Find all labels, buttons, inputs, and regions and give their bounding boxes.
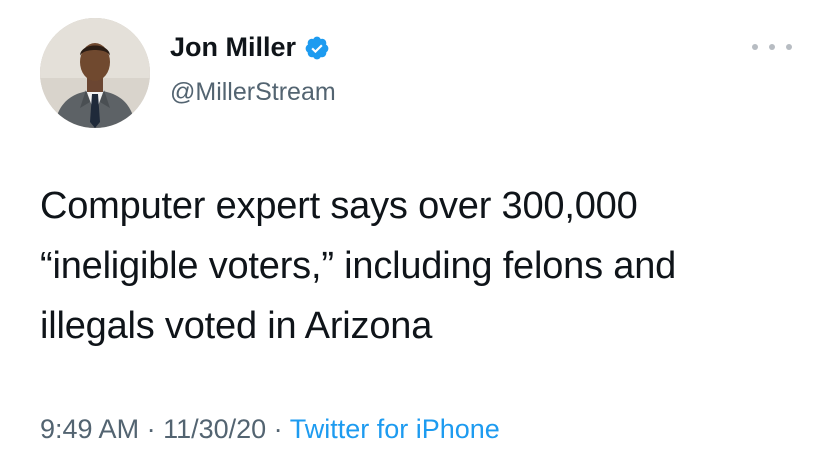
meta-separator: · [139, 414, 164, 444]
tweet-text-line: illegals voted in Arizona [40, 305, 433, 347]
tweet-source[interactable]: Twitter for iPhone [290, 414, 500, 444]
tweet-date[interactable]: 11/30/20 [163, 414, 266, 444]
more-icon[interactable] [752, 40, 792, 54]
avatar[interactable] [40, 18, 150, 128]
tweet-text: Computer expert says over 300,000 “ineli… [40, 176, 800, 356]
tweet-text-line: Computer expert says over 300,000 [40, 185, 638, 227]
more-dot [752, 44, 758, 50]
more-dot [786, 44, 792, 50]
profile-photo [40, 18, 150, 128]
tweet-card: Jon Miller @MillerStream Computer expert… [0, 0, 817, 475]
tweet-time[interactable]: 9:49 AM [40, 414, 139, 444]
tweet-text-line: “ineligible voters,” including felons an… [40, 245, 677, 287]
meta-separator: · [266, 414, 290, 444]
tweet-meta: 9:49 AM · 11/30/20 · Twitter for iPhone [40, 416, 500, 443]
user-name-row: Jon Miller [170, 34, 330, 61]
verified-icon [304, 35, 330, 61]
display-name[interactable]: Jon Miller [170, 34, 296, 61]
user-handle[interactable]: @MillerStream [170, 80, 336, 105]
more-dot [769, 44, 775, 50]
